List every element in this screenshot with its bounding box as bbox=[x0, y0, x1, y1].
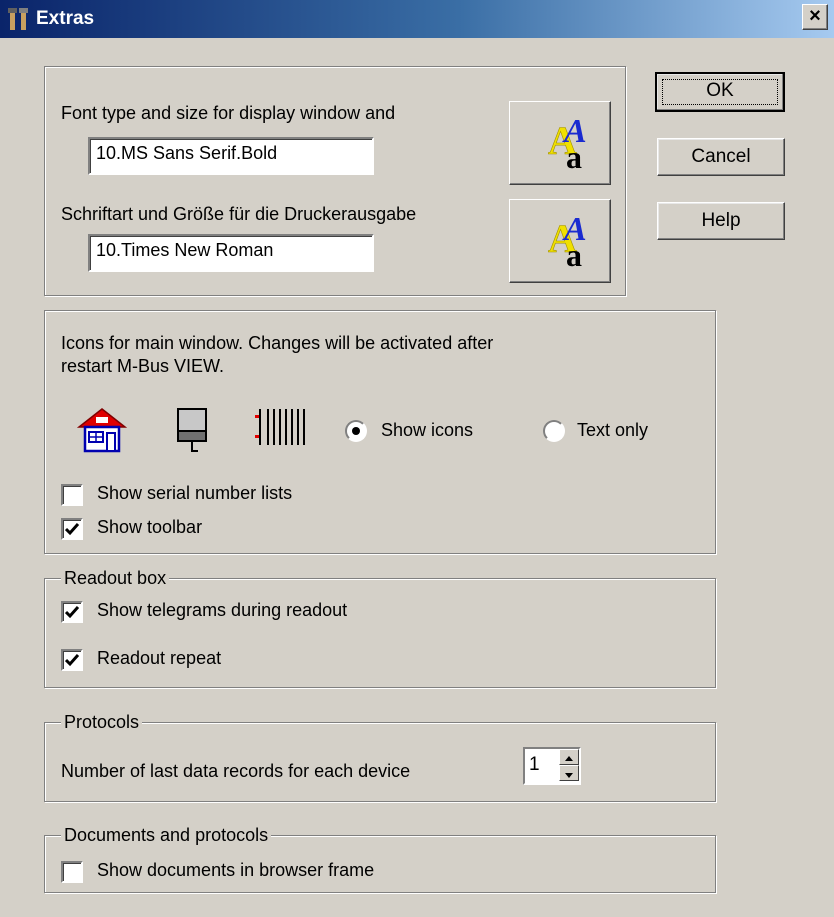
help-button-label: Help bbox=[701, 210, 741, 231]
font-icon: A A a bbox=[548, 113, 587, 175]
display-font-button[interactable]: A A a bbox=[509, 101, 611, 185]
text-only-label[interactable]: Text only bbox=[577, 420, 648, 441]
house-icon bbox=[77, 408, 127, 453]
spin-down-button[interactable] bbox=[559, 765, 579, 781]
printer-font-field[interactable]: 10.Times New Roman bbox=[88, 234, 374, 272]
focus-ring bbox=[662, 79, 778, 105]
cancel-button-label: Cancel bbox=[691, 146, 751, 167]
close-button[interactable]: × bbox=[802, 4, 828, 30]
browser-frame-label[interactable]: Show documents in browser frame bbox=[97, 860, 374, 881]
icons-description-line1: Icons for main window. Changes will be a… bbox=[61, 333, 494, 353]
arrow-down-icon bbox=[565, 773, 573, 778]
browser-frame-checkbox[interactable] bbox=[61, 861, 83, 883]
documents-group: Documents and protocols Show documents i… bbox=[44, 824, 716, 893]
radiator-icon bbox=[255, 409, 305, 445]
readout-repeat-checkbox[interactable] bbox=[61, 649, 83, 671]
printer-font-label: Schriftart und Größe für die Druckerausg… bbox=[61, 204, 417, 224]
printer-font-button[interactable]: A A a bbox=[509, 199, 611, 283]
cancel-button[interactable]: Cancel bbox=[657, 138, 785, 176]
show-toolbar-label[interactable]: Show toolbar bbox=[97, 517, 202, 538]
icons-description-line2: restart M-Bus VIEW. bbox=[61, 356, 225, 376]
font-icon: A A a bbox=[548, 211, 587, 273]
show-icons-radio[interactable] bbox=[345, 420, 367, 442]
tools-icon bbox=[8, 8, 28, 30]
svg-text:a: a bbox=[566, 139, 582, 175]
ok-button[interactable]: OK bbox=[655, 72, 785, 112]
help-button[interactable]: Help bbox=[657, 202, 785, 240]
show-toolbar-checkbox[interactable] bbox=[61, 518, 83, 540]
monitor-icon bbox=[177, 408, 207, 452]
window-title: Extras bbox=[36, 8, 95, 29]
display-font-field[interactable]: 10.MS Sans Serif.Bold bbox=[88, 137, 374, 175]
checkmark-icon bbox=[65, 654, 79, 667]
readout-group: Readout box Show telegrams during readou… bbox=[44, 567, 716, 688]
readout-repeat-label[interactable]: Readout repeat bbox=[97, 648, 221, 669]
show-icons-label[interactable]: Show icons bbox=[381, 420, 473, 441]
checkmark-icon bbox=[65, 523, 79, 536]
protocols-legend: Protocols bbox=[61, 711, 143, 733]
icons-panel: Icons for main window. Changes will be a… bbox=[44, 310, 716, 554]
protocols-group: Protocols Number of last data records fo… bbox=[44, 711, 716, 802]
radio-selected-dot bbox=[352, 427, 360, 435]
display-font-label: Font type and size for display window an… bbox=[61, 103, 396, 123]
show-serial-lists-checkbox[interactable] bbox=[61, 484, 83, 506]
title-bar: Extras × bbox=[0, 0, 834, 38]
svg-text:a: a bbox=[566, 237, 582, 273]
records-value[interactable]: 1 bbox=[529, 754, 540, 776]
font-settings-panel: Font type and size for display window an… bbox=[44, 66, 626, 296]
show-telegrams-label[interactable]: Show telegrams during readout bbox=[97, 600, 347, 621]
records-spinner[interactable]: 1 bbox=[523, 747, 581, 785]
documents-legend: Documents and protocols bbox=[61, 824, 272, 846]
spin-up-button[interactable] bbox=[559, 749, 579, 765]
text-only-radio[interactable] bbox=[543, 420, 565, 442]
readout-legend: Readout box bbox=[61, 567, 170, 589]
arrow-up-icon bbox=[565, 756, 573, 761]
show-telegrams-checkbox[interactable] bbox=[61, 601, 83, 623]
records-label: Number of last data records for each dev… bbox=[61, 761, 411, 781]
checkmark-icon bbox=[65, 606, 79, 619]
show-serial-lists-label[interactable]: Show serial number lists bbox=[97, 483, 292, 504]
